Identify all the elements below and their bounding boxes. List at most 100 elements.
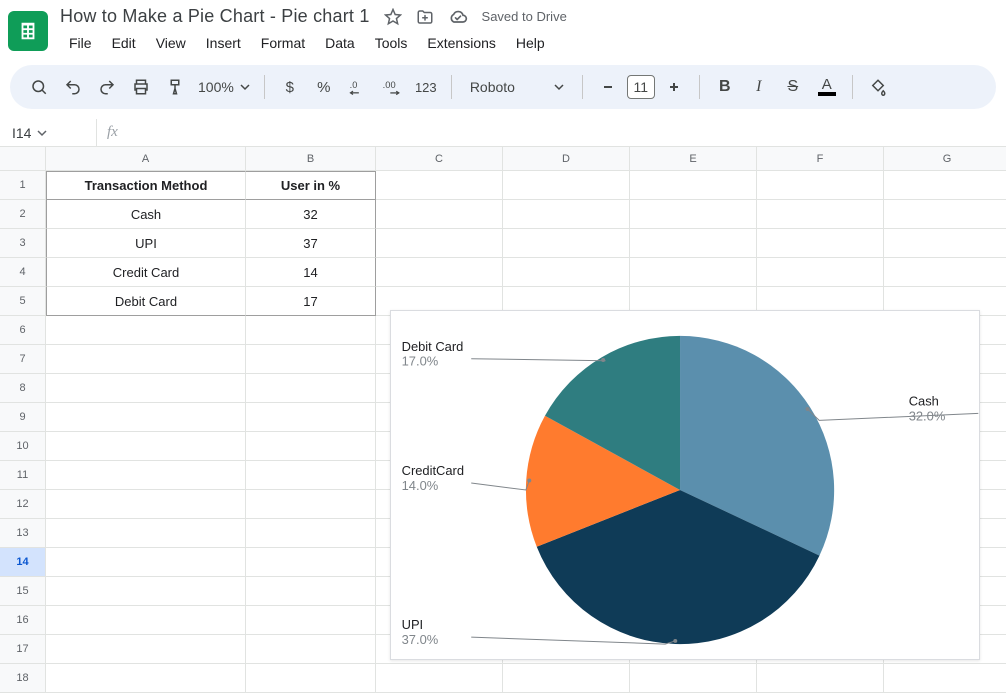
cell-A1[interactable]: Transaction Method xyxy=(46,171,246,200)
cell-E18[interactable] xyxy=(630,664,757,693)
decrease-decimal-icon[interactable]: .0 xyxy=(343,72,373,102)
cell-E2[interactable] xyxy=(630,200,757,229)
menu-edit[interactable]: Edit xyxy=(103,31,145,55)
italic-button[interactable]: I xyxy=(744,72,774,102)
cell-A13[interactable] xyxy=(46,519,246,548)
increase-font-icon[interactable] xyxy=(659,72,689,102)
cell-B7[interactable] xyxy=(246,345,376,374)
cell-E1[interactable] xyxy=(630,171,757,200)
cell-B18[interactable] xyxy=(246,664,376,693)
cell-C18[interactable] xyxy=(376,664,503,693)
row-header-8[interactable]: 8 xyxy=(0,374,46,403)
row-header-13[interactable]: 13 xyxy=(0,519,46,548)
print-icon[interactable] xyxy=(126,72,156,102)
name-box[interactable]: I14 xyxy=(8,125,88,141)
menu-extensions[interactable]: Extensions xyxy=(418,31,504,55)
redo-icon[interactable] xyxy=(92,72,122,102)
cell-A5[interactable]: Debit Card xyxy=(46,287,246,316)
col-header-E[interactable]: E xyxy=(630,147,757,171)
paint-format-icon[interactable] xyxy=(160,72,190,102)
cell-D2[interactable] xyxy=(503,200,630,229)
cell-B6[interactable] xyxy=(246,316,376,345)
cell-A6[interactable] xyxy=(46,316,246,345)
col-header-F[interactable]: F xyxy=(757,147,884,171)
move-icon[interactable] xyxy=(416,8,434,26)
cell-B1[interactable]: User in % xyxy=(246,171,376,200)
cell-A11[interactable] xyxy=(46,461,246,490)
cell-A14[interactable] xyxy=(46,548,246,577)
sheets-logo[interactable] xyxy=(8,11,48,51)
cell-G2[interactable] xyxy=(884,200,1006,229)
col-header-A[interactable]: A xyxy=(46,147,246,171)
cell-C1[interactable] xyxy=(376,171,503,200)
pie-chart[interactable]: Cash32.0%UPI37.0%CreditCard14.0%Debit Ca… xyxy=(390,310,980,660)
cloud-saved-icon[interactable] xyxy=(448,7,468,27)
menu-view[interactable]: View xyxy=(147,31,195,55)
cell-A3[interactable]: UPI xyxy=(46,229,246,258)
font-size-input[interactable]: 11 xyxy=(627,75,655,99)
cell-B5[interactable]: 17 xyxy=(246,287,376,316)
col-header-D[interactable]: D xyxy=(503,147,630,171)
cell-F2[interactable] xyxy=(757,200,884,229)
decrease-font-icon[interactable] xyxy=(593,72,623,102)
row-header-9[interactable]: 9 xyxy=(0,403,46,432)
more-formats-button[interactable]: 123 xyxy=(411,72,441,102)
cell-C2[interactable] xyxy=(376,200,503,229)
bold-button[interactable]: B xyxy=(710,72,740,102)
row-header-1[interactable]: 1 xyxy=(0,171,46,200)
cell-B9[interactable] xyxy=(246,403,376,432)
cell-B11[interactable] xyxy=(246,461,376,490)
cell-D4[interactable] xyxy=(503,258,630,287)
row-header-3[interactable]: 3 xyxy=(0,229,46,258)
col-header-G[interactable]: G xyxy=(884,147,1006,171)
font-select[interactable]: Roboto xyxy=(462,79,572,95)
row-header-2[interactable]: 2 xyxy=(0,200,46,229)
zoom-select[interactable]: 100% xyxy=(194,79,254,95)
cell-A16[interactable] xyxy=(46,606,246,635)
row-header-12[interactable]: 12 xyxy=(0,490,46,519)
cell-G4[interactable] xyxy=(884,258,1006,287)
cell-B2[interactable]: 32 xyxy=(246,200,376,229)
cell-A9[interactable] xyxy=(46,403,246,432)
row-header-11[interactable]: 11 xyxy=(0,461,46,490)
cell-B14[interactable] xyxy=(246,548,376,577)
search-icon[interactable] xyxy=(24,72,54,102)
cell-B12[interactable] xyxy=(246,490,376,519)
cell-G18[interactable] xyxy=(884,664,1006,693)
cell-B10[interactable] xyxy=(246,432,376,461)
doc-title[interactable]: How to Make a Pie Chart - Pie chart 1 xyxy=(60,6,370,27)
cell-A7[interactable] xyxy=(46,345,246,374)
row-header-6[interactable]: 6 xyxy=(0,316,46,345)
row-header-14[interactable]: 14 xyxy=(0,548,46,577)
increase-decimal-icon[interactable]: .00 xyxy=(377,72,407,102)
select-all-corner[interactable] xyxy=(0,147,46,171)
fill-color-button[interactable] xyxy=(863,72,893,102)
cell-E3[interactable] xyxy=(630,229,757,258)
cell-A15[interactable] xyxy=(46,577,246,606)
percent-button[interactable]: % xyxy=(309,72,339,102)
cell-B16[interactable] xyxy=(246,606,376,635)
row-header-16[interactable]: 16 xyxy=(0,606,46,635)
cell-A12[interactable] xyxy=(46,490,246,519)
cell-A10[interactable] xyxy=(46,432,246,461)
row-header-7[interactable]: 7 xyxy=(0,345,46,374)
cell-F18[interactable] xyxy=(757,664,884,693)
cell-A4[interactable]: Credit Card xyxy=(46,258,246,287)
col-header-C[interactable]: C xyxy=(376,147,503,171)
cell-G3[interactable] xyxy=(884,229,1006,258)
strikethrough-button[interactable]: S xyxy=(778,72,808,102)
cell-D3[interactable] xyxy=(503,229,630,258)
cell-G1[interactable] xyxy=(884,171,1006,200)
cell-B13[interactable] xyxy=(246,519,376,548)
cell-A2[interactable]: Cash xyxy=(46,200,246,229)
cell-B15[interactable] xyxy=(246,577,376,606)
cell-A18[interactable] xyxy=(46,664,246,693)
menu-insert[interactable]: Insert xyxy=(197,31,250,55)
menu-format[interactable]: Format xyxy=(252,31,314,55)
cell-D1[interactable] xyxy=(503,171,630,200)
row-header-15[interactable]: 15 xyxy=(0,577,46,606)
menu-file[interactable]: File xyxy=(60,31,101,55)
cell-B4[interactable]: 14 xyxy=(246,258,376,287)
star-icon[interactable] xyxy=(384,8,402,26)
row-header-10[interactable]: 10 xyxy=(0,432,46,461)
